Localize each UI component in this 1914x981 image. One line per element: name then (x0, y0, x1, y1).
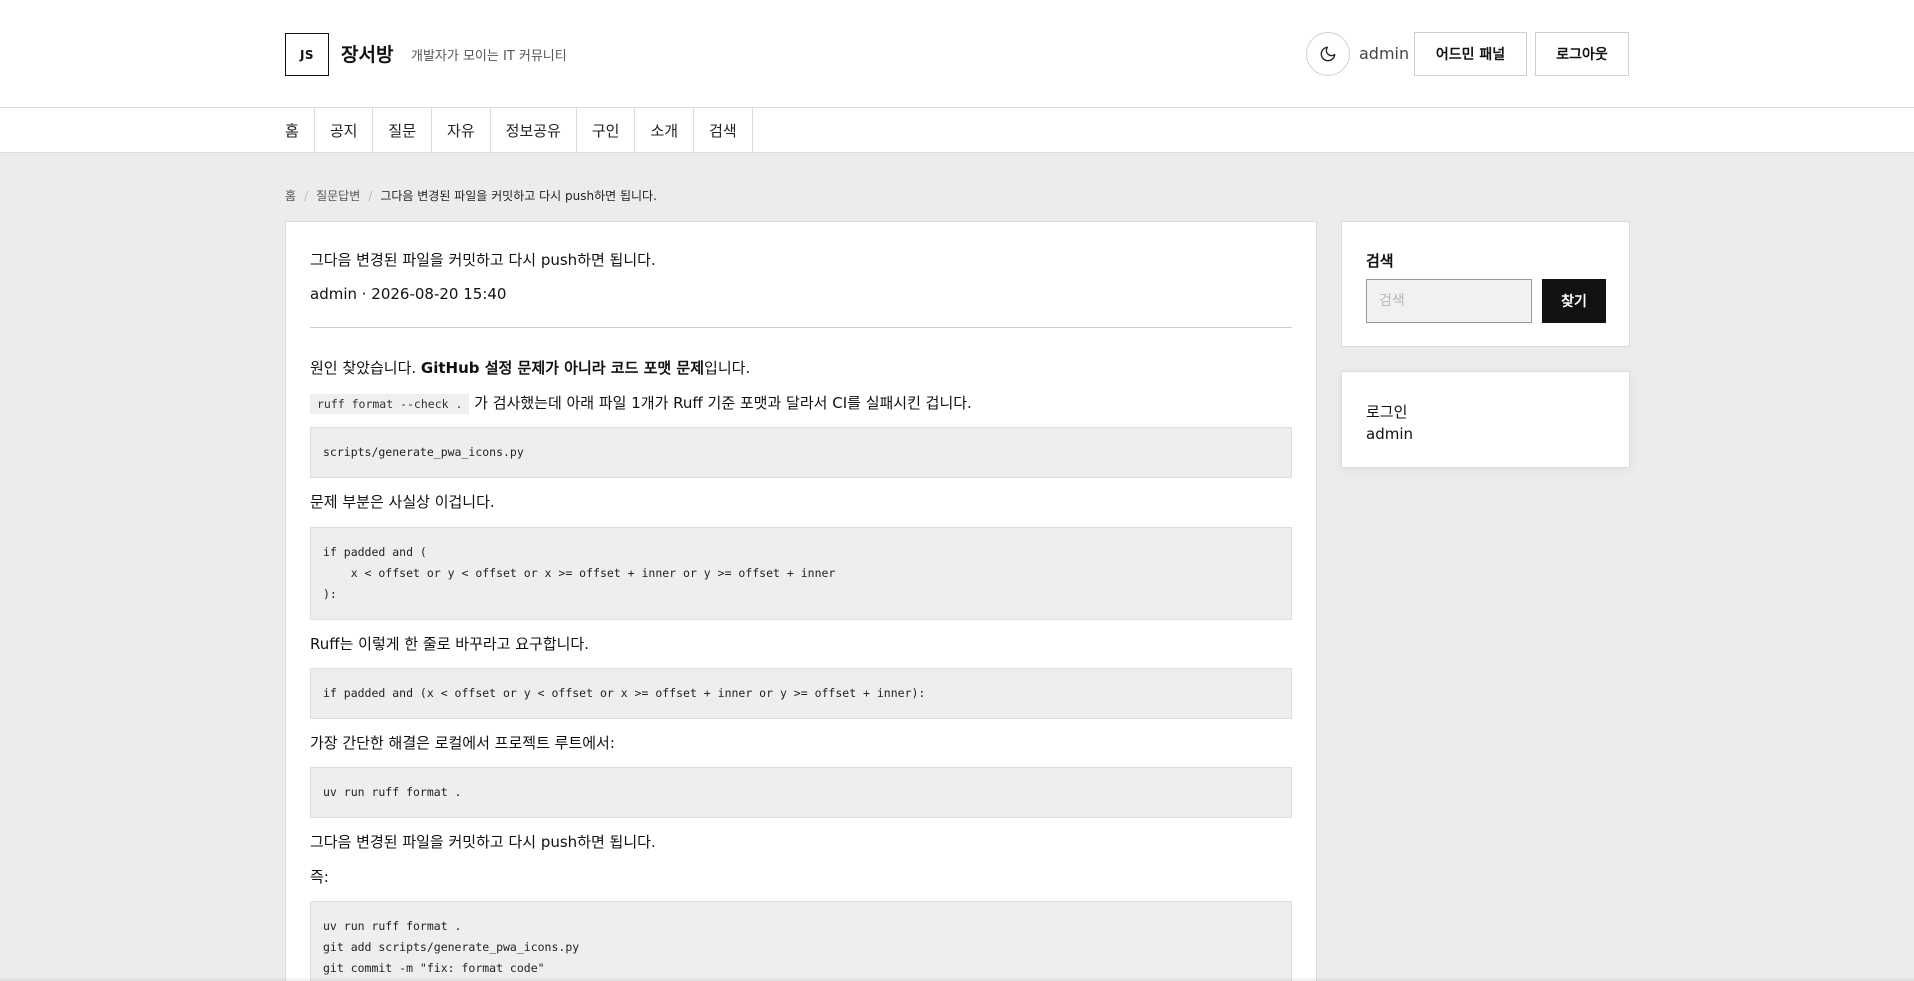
code-block: if padded and ( x < offset or y < offset… (310, 527, 1292, 620)
site-header: JS 장서방 개발자가 모이는 IT 커뮤니티 admin 어드민 패널 로그아… (0, 0, 1914, 108)
login-title: 로그인 (1366, 403, 1408, 421)
post-meta: admin · 2026-08-20 15:40 (310, 285, 507, 303)
post-paragraph: 가장 간단한 해결은 로컬에서 프로젝트 루트에서: (310, 734, 615, 752)
text: 가 검사했는데 아래 파일 1개가 Ruff 기준 포맷과 달라서 CI를 실패… (469, 394, 972, 412)
bold-text: GitHub 설정 문제가 아니라 코드 포맷 문제 (420, 359, 705, 377)
post-paragraph: Ruff는 이렇게 한 줄로 바꾸라고 요구합니다. (310, 635, 589, 653)
post-paragraph: 그다음 변경된 파일을 커밋하고 다시 push하면 됩니다. (310, 833, 656, 851)
post-paragraph: 원인 찾았습니다. GitHub 설정 문제가 아니라 코드 포맷 문제입니다. (310, 358, 1292, 378)
nav-item-info[interactable]: 정보공유 (491, 108, 577, 153)
site-name[interactable]: 장서방 (341, 40, 393, 67)
search-title: 검색 (1366, 252, 1394, 270)
post-paragraph: ruff format --check . 가 검사했는데 아래 파일 1개가 … (310, 393, 1292, 414)
post-title: 그다음 변경된 파일을 커밋하고 다시 push하면 됩니다. (310, 251, 656, 269)
inline-code: ruff format --check . (310, 394, 470, 414)
code-block: if padded and (x < offset or y < offset … (310, 668, 1292, 719)
text: 원인 찾았습니다. (310, 359, 421, 377)
main-nav: 홈 공지 질문 자유 정보공유 구인 소개 검색 (0, 108, 1914, 153)
breadcrumb-current: 그다음 변경된 파일을 커밋하고 다시 push하면 됩니다. (380, 189, 657, 203)
breadcrumb-separator: / (304, 188, 309, 203)
admin-panel-button[interactable]: 어드민 패널 (1414, 32, 1527, 76)
breadcrumb: 홈 / 질문답변 / 그다음 변경된 파일을 커밋하고 다시 push하면 됩니… (285, 187, 657, 204)
breadcrumb-board[interactable]: 질문답변 (316, 187, 360, 204)
post-paragraph: 즉: (310, 868, 329, 886)
sidebar-search-panel: 검색 찾기 (1341, 221, 1630, 347)
site-logo[interactable]: JS (285, 33, 329, 76)
breadcrumb-home[interactable]: 홈 (285, 187, 296, 204)
nav-item-notice[interactable]: 공지 (315, 108, 374, 153)
post-divider (310, 327, 1292, 328)
nav-item-home[interactable]: 홈 (285, 108, 315, 153)
nav-item-free[interactable]: 자유 (432, 108, 491, 153)
logout-button[interactable]: 로그아웃 (1535, 32, 1629, 76)
post-card: 그다음 변경된 파일을 커밋하고 다시 push하면 됩니다. admin · … (285, 221, 1317, 981)
sidebar-login-panel: 로그인 admin (1341, 371, 1630, 468)
code-block: uv run ruff format . (310, 767, 1292, 818)
search-input[interactable] (1366, 279, 1532, 323)
text: 입니다. (704, 359, 751, 377)
login-username: admin (1366, 425, 1413, 443)
code-block: scripts/generate_pwa_icons.py (310, 427, 1292, 478)
breadcrumb-separator: / (368, 188, 373, 203)
header-username: admin (1359, 44, 1410, 63)
post-paragraph: 문제 부분은 사실상 이겁니다. (310, 493, 495, 511)
theme-toggle-button[interactable] (1306, 32, 1350, 76)
bottom-edge-shadow (0, 977, 1914, 981)
code-block: uv run ruff format . git add scripts/gen… (310, 901, 1292, 981)
nav-item-intro[interactable]: 소개 (635, 108, 695, 153)
nav-item-questions[interactable]: 질문 (373, 108, 433, 153)
moon-icon (1320, 46, 1336, 62)
site-tagline: 개발자가 모이는 IT 커뮤니티 (411, 49, 567, 64)
search-button[interactable]: 찾기 (1542, 279, 1606, 323)
nav-item-jobs[interactable]: 구인 (577, 108, 636, 153)
nav-item-search[interactable]: 검색 (694, 108, 753, 153)
